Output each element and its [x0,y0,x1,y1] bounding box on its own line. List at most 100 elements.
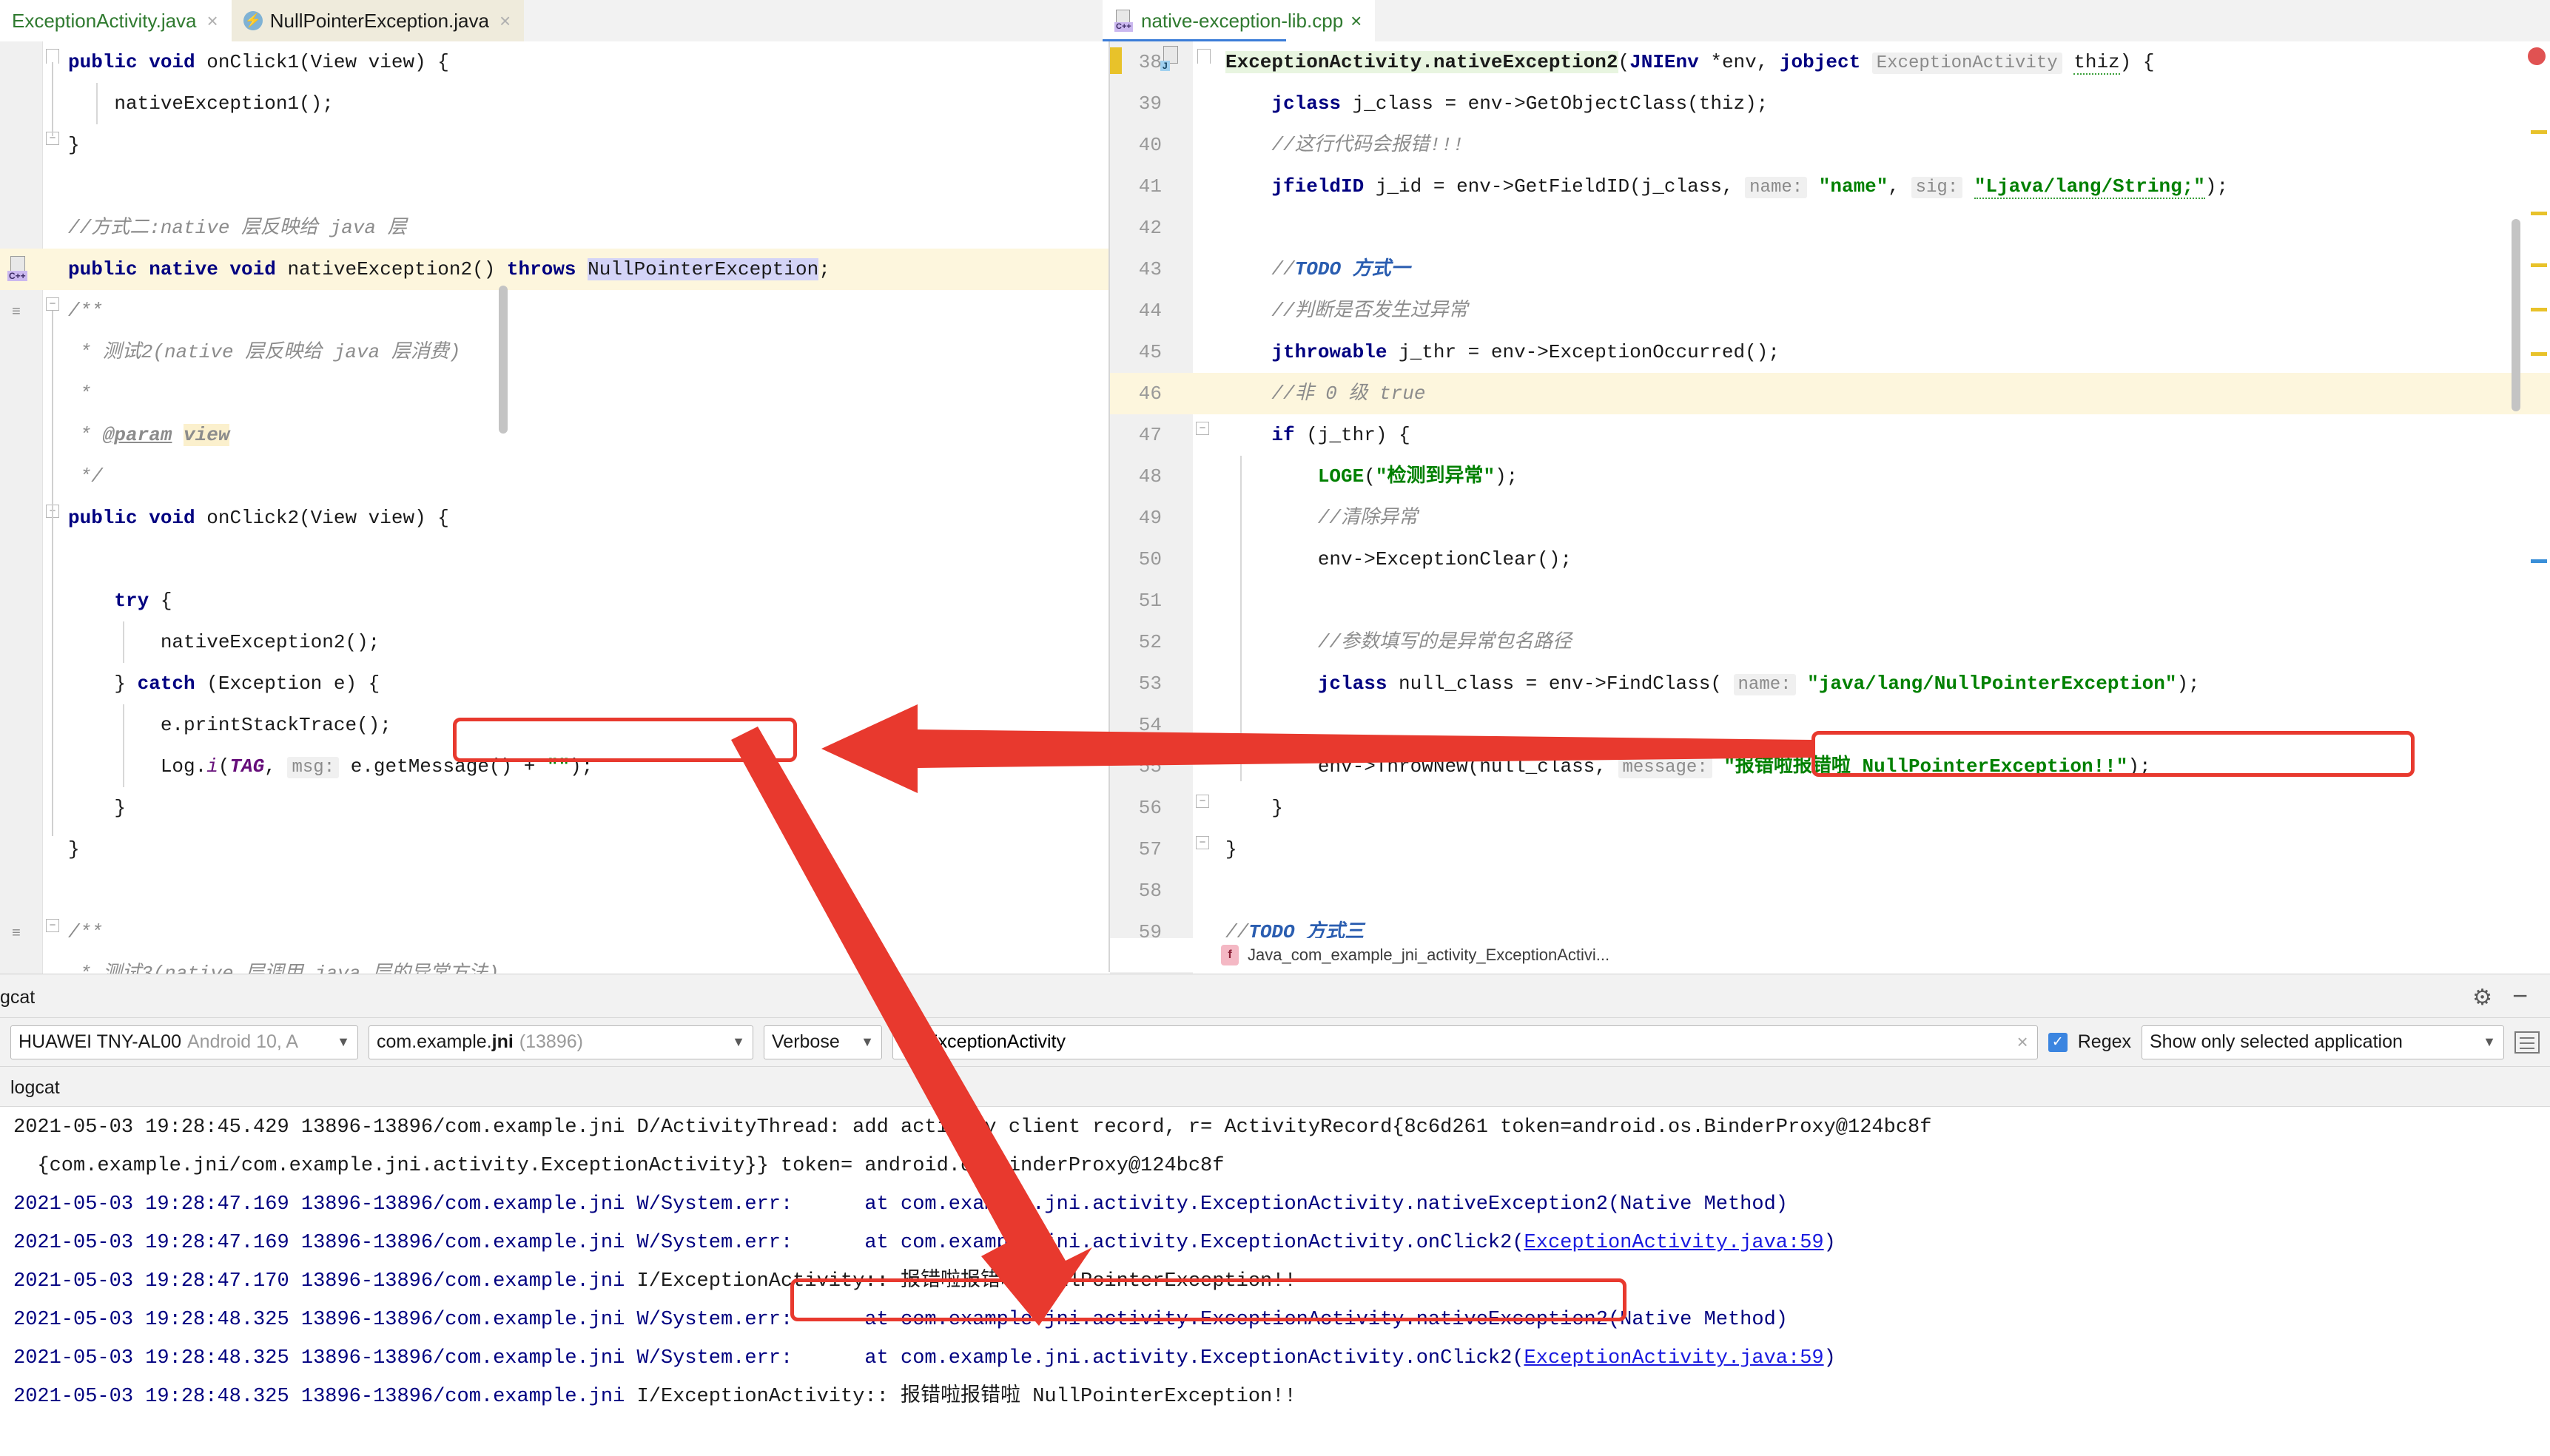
code-line[interactable]: //这行代码会报错!!! [1225,124,1464,166]
code-line[interactable]: } catch (Exception e) { [68,663,380,704]
left-editor-gutter[interactable] [0,41,43,974]
left-code-editor[interactable]: − − − − C++ ≡ ≡ public void onClick1(Vie… [0,41,1110,974]
line-number: 52 [1138,631,1162,653]
code-line[interactable]: nativeException1(); [68,83,333,124]
code-line[interactable]: * [68,373,92,414]
code-line[interactable]: public void onClick1(View view) { [68,41,449,83]
right-code-editor[interactable]: J − − − 38 39 40 41 42 43 44 45 46 47 48 49 50 51 52 53… [1110,41,2550,974]
logcat-line[interactable]: 2021-05-03 19:28:48.325 13896-13896/com.… [13,1338,1836,1379]
logcat-line[interactable]: 2021-05-03 19:28:47.169 13896-13896/com.… [13,1184,1788,1225]
line-number: 44 [1138,300,1162,322]
code-line[interactable]: env->ExceptionClear(); [1225,539,1572,580]
code-line[interactable]: */ [68,456,103,497]
code-line[interactable]: jfieldID j_id = env->GetFieldID(j_class,… [1225,166,2228,207]
logcat-line[interactable]: 2021-05-03 19:28:45.429 13896-13896/com.… [13,1107,1931,1148]
breadcrumb[interactable]: f Java_com_example_jni_activity_Exceptio… [1110,938,2550,972]
tab-nullpointerexception-java[interactable]: NullPointerException.java × [231,0,525,41]
fold-collapse-icon[interactable]: − [1196,422,1209,435]
code-line[interactable]: //非 0 级 true [1225,373,1425,414]
process-name-bold: jni [491,1031,514,1052]
clear-icon[interactable]: × [2017,1031,2028,1054]
left-editor-scrollbar[interactable] [499,286,508,434]
code-line[interactable]: public native void nativeException2() th… [68,249,830,290]
analysis-stripe-warning[interactable] [2531,263,2547,267]
breadcrumb-label: Java_com_example_jni_activity_ExceptionA… [1248,946,1610,964]
fold-collapse-icon[interactable]: − [46,297,59,311]
code-line[interactable]: Log.i(TAG, msg: e.getMessage() + ""); [68,746,593,787]
code-line[interactable]: } [68,124,80,166]
regex-checkbox[interactable]: ✓ [2048,1032,2068,1052]
line-number: 40 [1138,134,1162,156]
code-line[interactable]: //TODO 方式一 [1225,249,1410,290]
code-line[interactable]: nativeException2(); [68,621,380,663]
code-line[interactable]: * @param view [68,414,230,456]
tab-logcat[interactable]: logcat [10,1077,60,1099]
fold-collapse-icon[interactable]: − [46,919,59,932]
soft-wrap-icon[interactable] [2514,1031,2540,1054]
line-number: 49 [1138,507,1162,529]
code-line[interactable]: //方式二:native 层反映给 java 层 [68,207,407,249]
fold-arrow-icon[interactable] [46,49,59,64]
logcat-line[interactable]: 2021-05-03 19:28:48.325 13896-13896/com.… [13,1299,1788,1341]
device-selector[interactable]: HUAWEI TNY-AL00 Android 10, A ▼ [10,1025,358,1059]
code-line[interactable]: ExceptionActivity.nativeException2(JNIEn… [1225,41,2154,83]
code-line[interactable]: try { [68,580,172,621]
code-line[interactable]: //清除异常 [1225,497,1418,539]
close-icon[interactable]: × [207,10,218,33]
right-editor-scrollbar[interactable] [2512,219,2520,411]
logcat-line[interactable]: 2021-05-03 19:28:47.169 13896-13896/com.… [13,1222,1836,1264]
logcat-tabstrip: logcat [0,1067,2550,1107]
tab-native-exception-lib-cpp[interactable]: C++ native-exception-lib.cpp × [1103,0,1376,41]
gear-icon[interactable]: ⚙ [2472,985,2492,1011]
code-line[interactable]: /** [68,290,103,331]
code-line[interactable]: jclass j_class = env->GetObjectClass(thi… [1225,83,1768,124]
device-name: HUAWEI TNY-AL00 [18,1031,181,1052]
analysis-stripe-warning[interactable] [2531,212,2547,215]
tab-exception-activity-java[interactable]: ExceptionActivity.java × [0,0,232,41]
log-filter-selector[interactable]: Show only selected application ▼ [2142,1025,2504,1059]
chevron-down-icon: ▼ [337,1034,350,1049]
error-indicator-icon[interactable] [2528,47,2546,65]
cpp-native-impl-gutter-icon[interactable]: C++ [7,256,30,281]
code-line[interactable]: /** [68,911,103,953]
process-selector[interactable]: com.example. jni (13896) ▼ [369,1025,753,1059]
javadoc-gutter-icon[interactable]: ≡ [12,926,28,943]
code-line[interactable]: * 测试2(native 层反映给 java 层消费) [68,331,461,373]
analysis-stripe-info[interactable] [2531,559,2547,563]
java-native-decl-gutter-icon[interactable]: J [1160,46,1183,71]
code-line[interactable]: e.printStackTrace(); [68,704,391,746]
close-icon[interactable]: × [499,10,511,33]
code-line[interactable]: jclass null_class = env->FindClass( name… [1225,663,2200,704]
analysis-stripe-warning[interactable] [2531,308,2547,311]
fold-arrow-icon[interactable] [1197,49,1211,64]
code-line[interactable]: } [1225,787,1283,829]
close-icon[interactable]: × [1350,10,1362,33]
right-fold-rail[interactable] [1193,41,1215,974]
code-line[interactable]: jthrowable j_thr = env->ExceptionOccurre… [1225,331,1780,373]
fold-collapse-icon[interactable]: − [1196,836,1209,849]
search-input[interactable]: ExceptionActivity × [892,1025,2038,1059]
code-line[interactable]: //判断是否发生过异常 [1225,290,1467,331]
logcat-output[interactable]: 2021-05-03 19:28:45.429 13896-13896/com.… [0,1107,2550,1456]
code-line[interactable]: //参数填写的是异常包名路径 [1225,621,1572,663]
code-line[interactable]: } [1225,829,1237,870]
logcat-line[interactable]: {com.example.jni/com.example.jni.activit… [13,1145,1224,1187]
logcat-line[interactable]: 2021-05-03 19:28:48.325 13896-13896/com.… [13,1376,1296,1418]
code-line[interactable]: public void onClick2(View view) { [68,497,449,539]
code-line[interactable]: } [68,829,80,870]
log-level-selector[interactable]: Verbose ▼ [764,1025,882,1059]
fold-collapse-icon[interactable]: − [1196,795,1209,808]
code-line[interactable]: if (j_thr) { [1225,414,1410,456]
code-line[interactable]: } [68,787,126,829]
javadoc-gutter-icon[interactable]: ≡ [12,305,28,321]
code-line[interactable]: env->ThrowNew(null_class, message: "报错啦报… [1225,746,2151,787]
line-number: 39 [1138,92,1162,115]
analysis-stripe-warning[interactable] [2531,352,2547,356]
minimize-icon[interactable]: − [2512,980,2528,1011]
code-line[interactable]: * 测试3(native 层调用 java 层的异常方法) [68,953,499,974]
logcat-line[interactable]: 2021-05-03 19:28:47.170 13896-13896/com.… [13,1261,1296,1302]
process-name-prefix: com.example. [377,1031,492,1052]
code-line[interactable]: LOGE("检测到异常"); [1225,456,1518,497]
fold-region-line [52,311,53,518]
analysis-stripe-warning[interactable] [2531,130,2547,134]
